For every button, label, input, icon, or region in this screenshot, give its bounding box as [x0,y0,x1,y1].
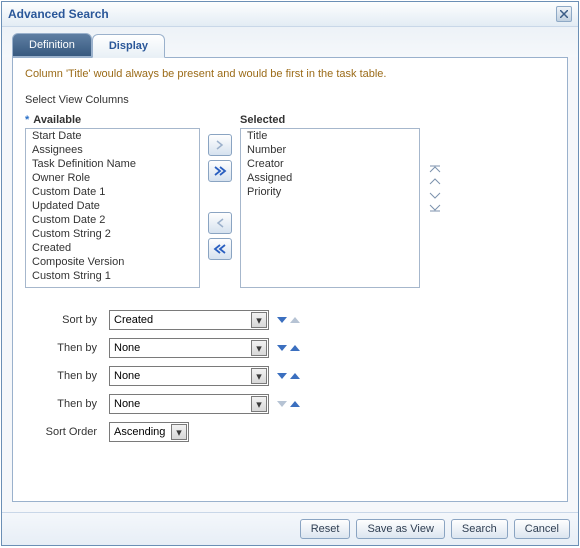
list-item[interactable]: Assigned [241,171,419,185]
shuttle-buttons [208,114,232,260]
reset-button[interactable]: Reset [300,519,351,539]
sort-area: Sort by Created▾ Then by None▾ [25,310,555,442]
list-item[interactable]: Custom String 2 [26,227,199,241]
list-item[interactable]: Task Definition Name [26,157,199,171]
then-by-1-select[interactable]: None▾ [109,338,269,358]
list-item[interactable]: Number [241,143,419,157]
available-label: Available [33,114,81,126]
save-as-view-button[interactable]: Save as View [356,519,444,539]
move-down-button[interactable] [428,190,442,200]
sort-order-select[interactable]: Ascending▾ [109,422,189,442]
dropdown-icon: ▾ [251,340,267,356]
cancel-button[interactable]: Cancel [514,519,570,539]
list-item[interactable]: Custom Date 2 [26,213,199,227]
move-all-right-button[interactable] [208,160,232,182]
sort-by-select[interactable]: Created▾ [109,310,269,330]
help-text: Column 'Title' would always be present a… [25,68,555,80]
required-indicator: * [25,114,29,126]
sort-desc-icon[interactable] [277,373,287,379]
section-label: Select View Columns [25,94,555,106]
tab-content-display: Column 'Title' would always be present a… [12,57,568,502]
then-by-2-label: Then by [25,370,101,382]
order-buttons [428,114,442,213]
dropdown-icon: ▾ [251,368,267,384]
move-bottom-button[interactable] [428,203,442,213]
list-item[interactable]: Custom String 1 [26,269,199,283]
then-by-3-select[interactable]: None▾ [109,394,269,414]
advanced-search-dialog: Advanced Search Definition Display Colum… [1,1,579,546]
selected-label: Selected [240,114,285,126]
list-item[interactable]: Custom Date 1 [26,185,199,199]
tabs: Definition Display [2,27,578,57]
dropdown-icon: ▾ [171,424,187,440]
list-item[interactable]: Owner Role [26,171,199,185]
then-by-3-label: Then by [25,398,101,410]
close-icon[interactable] [556,6,572,22]
dropdown-icon: ▾ [251,396,267,412]
list-item[interactable]: Composite Version [26,255,199,269]
list-item[interactable]: Created [26,241,199,255]
then-by-2-select[interactable]: None▾ [109,366,269,386]
sort-by-label: Sort by [25,314,101,326]
list-item[interactable]: Creator [241,157,419,171]
list-item[interactable]: Priority [241,185,419,199]
sort-asc-icon[interactable] [290,317,300,323]
list-item[interactable]: Assignees [26,143,199,157]
sort-asc-icon[interactable] [290,345,300,351]
move-top-button[interactable] [428,164,442,174]
sort-desc-icon[interactable] [277,317,287,323]
sort-order-label: Sort Order [25,426,101,438]
dropdown-icon: ▾ [251,312,267,328]
selected-listbox[interactable]: TitleNumberCreatorAssignedPriority [240,128,420,288]
search-button[interactable]: Search [451,519,508,539]
sort-asc-icon[interactable] [290,401,300,407]
list-item[interactable]: Title [241,129,419,143]
move-left-button[interactable] [208,212,232,234]
tab-display[interactable]: Display [92,34,165,58]
move-up-button[interactable] [428,177,442,187]
list-item[interactable]: Updated Date [26,199,199,213]
sort-desc-icon[interactable] [277,401,287,407]
sort-desc-icon[interactable] [277,345,287,351]
available-listbox[interactable]: Start DateAssigneesTask Definition NameO… [25,128,200,288]
sort-asc-icon[interactable] [290,373,300,379]
move-all-left-button[interactable] [208,238,232,260]
list-item[interactable]: Start Date [26,129,199,143]
dialog-footer: Reset Save as View Search Cancel [2,512,578,545]
move-right-button[interactable] [208,134,232,156]
tab-definition[interactable]: Definition [12,33,92,57]
dialog-title: Advanced Search [8,7,109,21]
titlebar: Advanced Search [2,2,578,27]
then-by-1-label: Then by [25,342,101,354]
